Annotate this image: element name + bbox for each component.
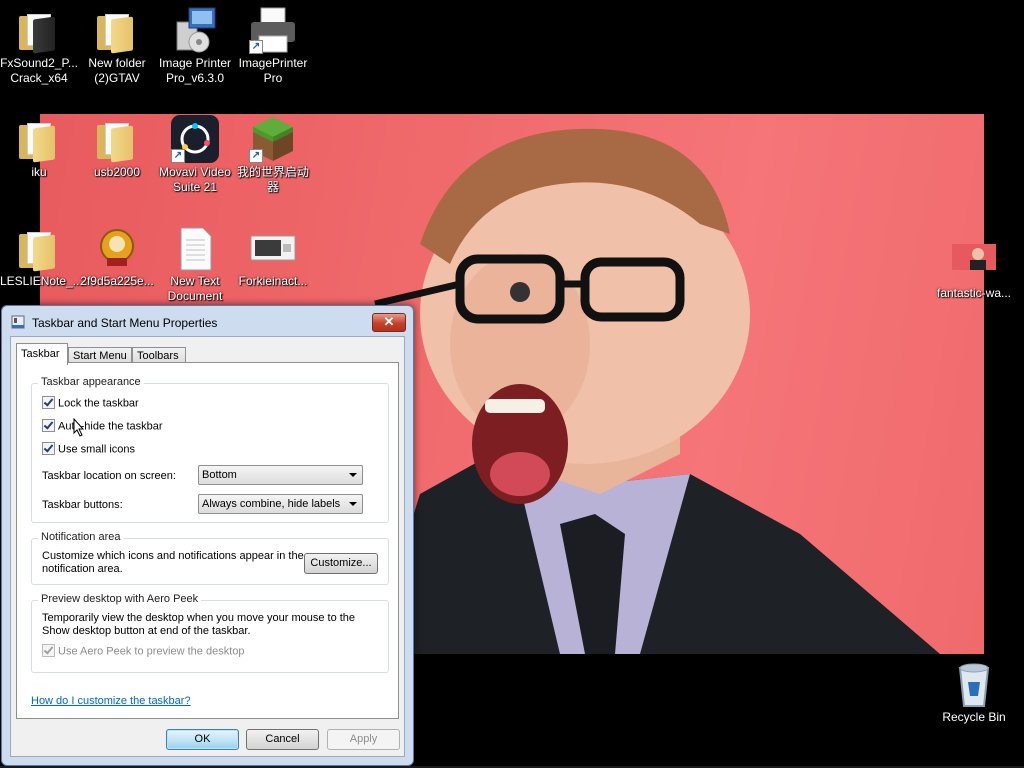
desktop-icon-forkieinact[interactable]: Forkieinact... xyxy=(234,224,312,289)
desktop-icon-image-printer-installer[interactable]: Image Printer Pro_v6.3.0 xyxy=(156,6,234,86)
mouse-cursor-icon xyxy=(73,418,85,437)
taskbar-buttons-select[interactable]: Always combine, hide labels xyxy=(198,494,363,514)
desktop-icon-label: Forkieinact... xyxy=(238,274,308,288)
checkbox-label: Use Aero Peek to preview the desktop xyxy=(58,645,245,658)
desktop-icon-label: Image Printer Pro_v6.3.0 xyxy=(158,56,232,85)
image-file-icon xyxy=(93,224,141,272)
desktop-icon-label: usb2000 xyxy=(93,165,141,179)
taskbar-buttons-label: Taskbar buttons: xyxy=(42,499,123,511)
notification-area-description: Customize which icons and notifications … xyxy=(42,550,304,575)
movavi-app-icon: ↗ xyxy=(171,115,219,163)
desktop-icon-label: iku xyxy=(31,165,47,179)
desktop-icon-iku[interactable]: iku xyxy=(0,115,78,180)
desktop-icon-label: Movavi Video Suite 21 xyxy=(159,165,231,194)
apply-button[interactable]: Apply xyxy=(327,729,400,750)
tab-label: Toolbars xyxy=(137,350,179,362)
taskbar-properties-dialog: Taskbar and Start Menu Properties ✕ Task… xyxy=(1,305,414,766)
folder-icon xyxy=(15,224,63,272)
shortcut-arrow-icon: ↗ xyxy=(249,149,263,163)
folder-icon xyxy=(15,115,63,163)
chevron-down-icon xyxy=(349,473,357,477)
checkbox-checked[interactable] xyxy=(42,442,55,455)
chevron-down-icon xyxy=(349,502,357,506)
image-file-icon xyxy=(950,236,998,284)
desktop-icon-label: ImagePrinter Pro xyxy=(238,56,308,85)
select-value: Bottom xyxy=(202,469,237,481)
cancel-button[interactable]: Cancel xyxy=(246,729,319,750)
desktop-icon-label: New Text Document xyxy=(167,274,223,303)
desktop-icon-leslienote[interactable]: LESLIENote_... xyxy=(0,224,83,289)
button-label: Apply xyxy=(349,733,378,745)
customize-button[interactable]: Customize... xyxy=(304,553,378,574)
desktop-icon-movavi[interactable]: ↗ Movavi Video Suite 21 xyxy=(156,115,234,195)
text-document-icon xyxy=(171,224,219,272)
tab-label: Start Menu xyxy=(73,350,127,362)
folder-icon xyxy=(15,6,63,54)
button-label: Customize... xyxy=(310,557,372,569)
recycle-bin-icon xyxy=(950,660,998,708)
folder-icon xyxy=(93,115,141,163)
group-title: Taskbar appearance xyxy=(38,376,144,388)
shortcut-arrow-icon: ↗ xyxy=(249,40,263,54)
checkbox-checked-disabled[interactable] xyxy=(42,644,55,657)
checkbox-checked[interactable] xyxy=(42,396,55,409)
desktop-icon-new-text-document[interactable]: New Text Document xyxy=(156,224,234,304)
desktop-icon-label: LESLIENote_... xyxy=(0,274,83,288)
desktop-icon-label: 2f9d5a225e... xyxy=(80,274,154,288)
desktop-icon-usb2000[interactable]: usb2000 xyxy=(78,115,156,180)
desktop-icon-2f9d5a225e[interactable]: 2f9d5a225e... xyxy=(78,224,156,289)
dialog-client-area: Taskbar Start Menu Toolbars Taskbar appe… xyxy=(10,336,405,757)
auto-hide-taskbar-checkbox[interactable]: Auto-hide the taskbar xyxy=(42,419,163,434)
shortcut-arrow-icon: ↗ xyxy=(171,149,185,163)
dialog-titlebar[interactable]: Taskbar and Start Menu Properties ✕ xyxy=(2,306,413,336)
group-title: Preview desktop with Aero Peek xyxy=(38,593,202,605)
desktop-icon-fxsound[interactable]: FxSound2_P... Crack_x64 xyxy=(0,6,78,86)
desktop-icon-recycle-bin[interactable]: Recycle Bin xyxy=(935,660,1013,725)
ok-button[interactable]: OK xyxy=(166,729,239,750)
folder-icon xyxy=(93,6,141,54)
taskbar-properties-icon xyxy=(11,315,25,329)
checkbox-label: Lock the taskbar xyxy=(58,397,139,410)
desktop-icon-fantastic-wa[interactable]: fantastic-wa... xyxy=(935,236,1013,301)
close-icon: ✕ xyxy=(383,314,395,329)
taskbar-location-label: Taskbar location on screen: xyxy=(42,470,176,482)
lock-taskbar-checkbox[interactable]: Lock the taskbar xyxy=(42,396,139,411)
desktop-icon-label: FxSound2_P... Crack_x64 xyxy=(0,56,78,85)
installer-icon xyxy=(171,6,219,54)
taskbar-location-select[interactable]: Bottom xyxy=(198,465,363,485)
button-label: OK xyxy=(194,733,211,745)
desktop-icon-label: New folder (2)GTAV xyxy=(88,56,146,85)
help-link[interactable]: How do I customize the taskbar? xyxy=(31,695,191,707)
tab-taskbar[interactable]: Taskbar xyxy=(16,343,68,365)
desktop-icon-label: 我的世界启动器 xyxy=(236,165,309,194)
printer-icon: ↗ xyxy=(249,6,297,54)
desktop-icon-label: fantastic-wa... xyxy=(936,286,1012,300)
small-icons-checkbox[interactable]: Use small icons xyxy=(42,442,136,457)
notification-area-group: Notification area Customize which icons … xyxy=(31,531,389,585)
desktop-icon-new-folder-gtav[interactable]: New folder (2)GTAV xyxy=(78,6,156,86)
tab-label: Taskbar xyxy=(21,348,60,360)
taskbar-appearance-group: Taskbar appearance Lock the taskbar Auto… xyxy=(31,376,389,523)
select-value: Always combine, hide labels xyxy=(202,498,341,510)
aero-peek-group: Preview desktop with Aero Peek Temporari… xyxy=(31,593,389,673)
aero-peek-description: Temporarily view the desktop when you mo… xyxy=(42,612,356,637)
close-button[interactable]: ✕ xyxy=(372,313,406,332)
checkbox-label: Use small icons xyxy=(58,443,136,456)
checkbox-checked[interactable] xyxy=(42,419,55,432)
desktop-icon-imageprinter-pro[interactable]: ↗ ImagePrinter Pro xyxy=(234,6,312,86)
button-label: Cancel xyxy=(265,733,300,745)
dialog-title: Taskbar and Start Menu Properties xyxy=(32,316,218,330)
image-file-icon xyxy=(249,224,297,272)
desktop-icon-label: Recycle Bin xyxy=(942,710,1006,724)
use-aero-peek-checkbox[interactable]: Use Aero Peek to preview the desktop xyxy=(42,644,245,659)
desktop-icon-minecraft-launcher[interactable]: ↗ 我的世界启动器 xyxy=(234,115,312,195)
taskbar-tab-panel: Taskbar appearance Lock the taskbar Auto… xyxy=(16,362,399,719)
minecraft-grass-block-icon: ↗ xyxy=(249,115,297,163)
group-title: Notification area xyxy=(38,531,124,543)
